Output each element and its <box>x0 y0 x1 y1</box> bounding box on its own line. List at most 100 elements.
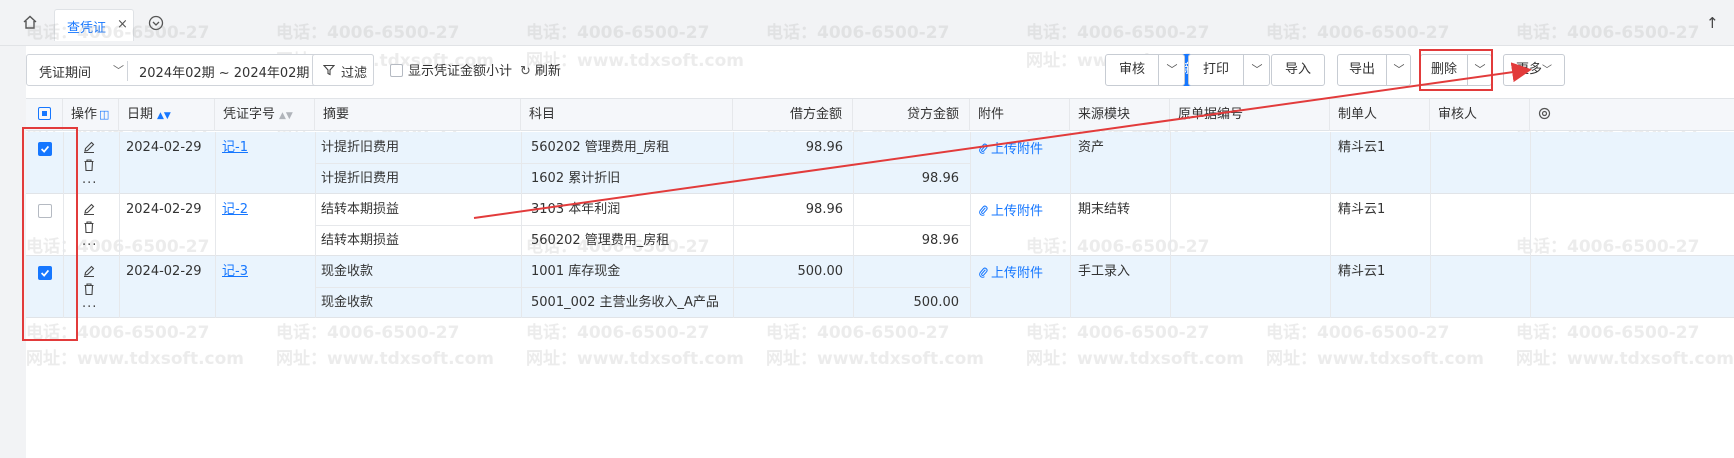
more-actions-icon[interactable]: ... <box>82 234 97 249</box>
column-divider <box>1530 194 1531 256</box>
line-account: 3103 本年利润 <box>531 202 621 217</box>
column-divider <box>1170 194 1171 256</box>
more-actions-icon[interactable]: ... <box>82 172 97 187</box>
col-maker: 制单人 <box>1330 99 1430 131</box>
column-divider <box>1170 132 1171 194</box>
upload-attachment-label: 上传附件 <box>991 266 1044 281</box>
header-select-all[interactable] <box>26 99 63 131</box>
row-checkbox[interactable] <box>38 142 52 156</box>
line-summary: 计提折旧费用 <box>321 140 400 155</box>
column-divider <box>1430 256 1431 318</box>
edit-icon[interactable] <box>82 202 96 216</box>
more-button[interactable]: 更多﹀ <box>1503 54 1565 86</box>
chevron-down-icon[interactable]: ﹀ <box>113 62 124 78</box>
paperclip-icon <box>978 204 991 219</box>
line-credit: 98.96 <box>921 171 959 186</box>
line-debit <box>733 163 843 194</box>
voucher-row[interactable]: ... 2024-02-29 记-3 现金收款 1001 库存现金 500.00 现金收款 5… <box>26 256 1734 318</box>
chevron-down-icon[interactable]: ﹀ <box>1468 55 1492 85</box>
col-summary: 摘要 <box>315 99 521 131</box>
more-actions-icon[interactable]: ... <box>82 296 97 311</box>
refresh-button[interactable]: ↻ 刷新 <box>520 60 561 79</box>
chevron-circle-icon[interactable] <box>148 15 164 31</box>
chevron-down-icon[interactable]: ﹀ <box>1244 55 1270 85</box>
show-subtotal-checkbox[interactable]: 显示凭证金额小计 <box>390 60 512 80</box>
col-account: 科目 <box>521 99 733 131</box>
col-attachment: 附件 <box>970 99 1070 131</box>
column-divider <box>1330 132 1331 194</box>
column-divider <box>1070 132 1071 194</box>
line-credit: 500.00 <box>913 295 960 310</box>
line-credit <box>853 194 959 225</box>
sort-icon[interactable]: ▲▼ <box>279 111 293 121</box>
show-subtotal-label: 显示凭证金额小计 <box>408 64 513 79</box>
line-debit: 98.96 <box>805 202 843 217</box>
column-setting-icon[interactable]: ◫ <box>99 108 109 121</box>
row-checkbox[interactable] <box>38 204 52 218</box>
line-account: 560202 管理费用_房租 <box>531 140 670 155</box>
delete-icon[interactable] <box>82 158 96 172</box>
voucher-row[interactable]: ... 2024-02-29 记-1 计提折旧费用 560202 管理费用_房租 98.9… <box>26 132 1734 194</box>
filter-button[interactable]: 过滤 <box>312 54 374 86</box>
column-divider <box>1530 132 1531 194</box>
line-summary: 结转本期损益 <box>321 202 400 217</box>
chevron-down-icon: ﹀ <box>1542 65 1552 76</box>
line-account: 560202 管理费用_房租 <box>531 233 670 248</box>
column-divider <box>1430 194 1431 256</box>
row-checkbox[interactable] <box>38 266 52 280</box>
table-header: 操作 ◫ 日期 ▲▼ 凭证字号 ▲▼ 摘要 科目 借方金额 贷方金额 附件 来源模块 … <box>26 99 1734 131</box>
delete-icon[interactable] <box>82 220 96 234</box>
chevron-down-icon[interactable]: ﹀ <box>1159 55 1185 85</box>
tab-query-voucher[interactable]: 查凭证 × <box>54 9 134 41</box>
period-label: 凭证期间 <box>39 66 92 81</box>
voucher-number-link[interactable]: 记-1 <box>222 132 312 163</box>
refresh-icon: ↻ <box>520 64 531 79</box>
print-split-button[interactable]: 打印 ﹀ <box>1188 54 1270 86</box>
export-split-button[interactable]: 导出 ﹀ <box>1337 54 1411 86</box>
refresh-label: 刷新 <box>534 64 561 79</box>
upload-attachment-label: 上传附件 <box>991 142 1044 157</box>
col-date[interactable]: 日期 ▲▼ <box>119 99 215 131</box>
upload-attachment-link[interactable]: 上传附件 <box>978 134 1043 165</box>
upload-attachment-label: 上传附件 <box>991 204 1044 219</box>
audit-button[interactable]: 审核 <box>1106 55 1158 85</box>
voucher-date: 2024-02-29 <box>126 140 202 155</box>
column-divider <box>119 256 120 318</box>
upload-attachment-link[interactable]: 上传附件 <box>978 258 1043 289</box>
audit-split-button[interactable]: 审核 ﹀ <box>1105 54 1185 86</box>
line-credit <box>853 132 959 163</box>
paperclip-icon <box>978 266 991 281</box>
chevron-down-icon[interactable]: ﹀ <box>1387 55 1411 85</box>
line-summary: 现金收款 <box>321 264 374 279</box>
col-orig-bill: 原单据编号 <box>1170 99 1330 131</box>
period-range[interactable]: 2024年02期 ~ 2024年02期 <box>139 62 309 81</box>
checkbox[interactable] <box>390 64 403 77</box>
line-summary: 计提折旧费用 <box>321 171 400 186</box>
col-auditor: 审核人 <box>1430 99 1530 131</box>
col-source: 来源模块 <box>1070 99 1170 131</box>
close-icon[interactable]: × <box>117 17 128 32</box>
home-icon[interactable] <box>22 14 38 30</box>
arrow-up-icon[interactable]: ↑ <box>1706 14 1722 32</box>
column-divider <box>119 194 120 256</box>
column-settings[interactable] <box>1530 99 1566 131</box>
import-button[interactable]: 导入 <box>1271 54 1325 86</box>
export-button[interactable]: 导出 <box>1338 55 1386 85</box>
delete-button[interactable]: 删除 <box>1421 55 1467 85</box>
voucher-row[interactable]: ... 2024-02-29 记-2 结转本期损益 3103 本年利润 98.96 结转本期… <box>26 194 1734 256</box>
delete-icon[interactable] <box>82 282 96 296</box>
col-voucher-no[interactable]: 凭证字号 ▲▼ <box>215 99 315 131</box>
edit-icon[interactable] <box>82 264 96 278</box>
edit-icon[interactable] <box>82 140 96 154</box>
more-label: 更多 <box>1515 62 1542 77</box>
line-debit <box>733 287 843 318</box>
delete-split-button[interactable]: 删除 ﹀ <box>1420 54 1492 86</box>
select-all-checkbox[interactable] <box>38 107 51 120</box>
voucher-number-link[interactable]: 记-3 <box>222 256 312 287</box>
upload-attachment-link[interactable]: 上传附件 <box>978 196 1043 227</box>
voucher-number-link[interactable]: 记-2 <box>222 194 312 225</box>
line-debit: 98.96 <box>805 140 843 155</box>
settings-icon[interactable] <box>1538 107 1551 120</box>
sort-icon[interactable]: ▲▼ <box>157 111 171 121</box>
print-button[interactable]: 打印 <box>1189 55 1243 85</box>
